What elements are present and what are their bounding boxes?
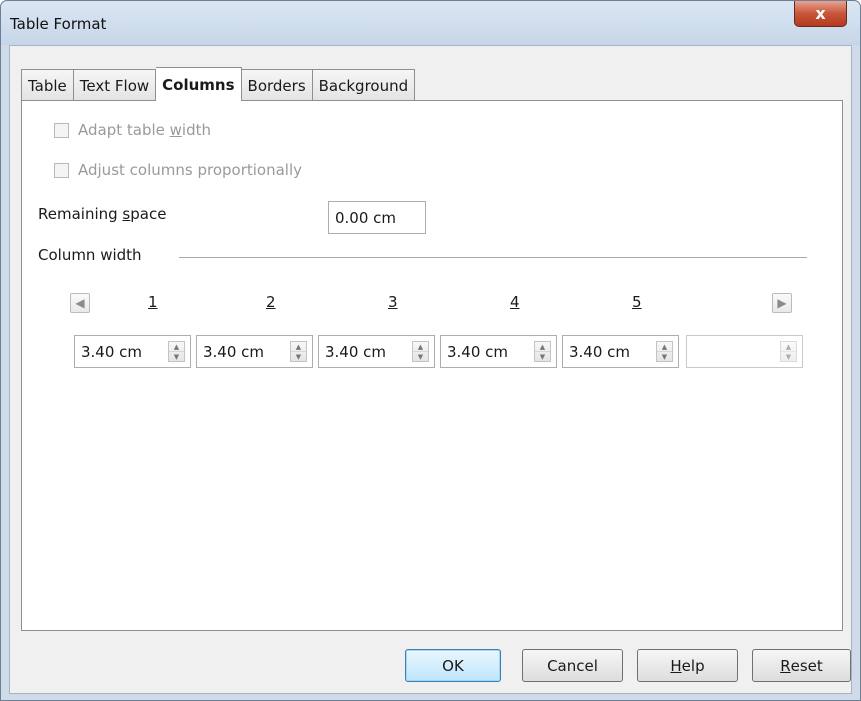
- column-5-width-spinner[interactable]: 3.40 cm ▲ ▼: [562, 335, 679, 368]
- adapt-table-width-checkbox[interactable]: [54, 122, 69, 138]
- cancel-button[interactable]: Cancel: [522, 649, 623, 682]
- adjust-columns-option[interactable]: Adjust columns proportionally: [54, 161, 302, 179]
- adapt-table-width-label: Adapt table width: [78, 121, 211, 139]
- remaining-space-field: 0.00 cm: [328, 201, 426, 234]
- column-number-5: 5: [632, 293, 642, 311]
- column-3-width-spinner[interactable]: 3.40 cm ▲ ▼: [318, 335, 435, 368]
- columns-panel: Adapt table width Adjust columns proport…: [21, 100, 843, 631]
- spin-buttons: ▲ ▼: [780, 341, 797, 362]
- spin-up-icon[interactable]: ▲: [291, 342, 306, 352]
- ok-button[interactable]: OK: [405, 649, 501, 682]
- adapt-table-width-option[interactable]: Adapt table width: [54, 121, 211, 139]
- spin-buttons: ▲ ▼: [412, 341, 429, 362]
- close-icon: x: [815, 4, 826, 23]
- column-width-section-label: Column width: [38, 246, 142, 264]
- spin-down-icon[interactable]: ▼: [291, 352, 306, 362]
- left-arrow-icon: ◀: [75, 296, 85, 310]
- column-2-width-value[interactable]: 3.40 cm: [203, 343, 264, 361]
- reset-button[interactable]: Reset: [752, 649, 851, 682]
- help-button[interactable]: Help: [637, 649, 738, 682]
- spin-buttons: ▲ ▼: [290, 341, 307, 362]
- column-4-width-spinner[interactable]: 3.40 cm ▲ ▼: [440, 335, 557, 368]
- spin-down-icon[interactable]: ▼: [169, 352, 184, 362]
- tab-text-flow[interactable]: Text Flow: [73, 69, 157, 101]
- spin-buttons: ▲ ▼: [168, 341, 185, 362]
- previous-columns-button[interactable]: ◀: [70, 293, 90, 313]
- tab-borders[interactable]: Borders: [241, 69, 313, 101]
- spin-up-icon[interactable]: ▲: [169, 342, 184, 352]
- column-6-width-spinner: ▲ ▼: [686, 335, 803, 368]
- window-title: Table Format: [10, 15, 107, 33]
- column-5-width-value[interactable]: 3.40 cm: [569, 343, 630, 361]
- column-1-width-value[interactable]: 3.40 cm: [81, 343, 142, 361]
- spin-down-icon[interactable]: ▼: [413, 352, 428, 362]
- tab-background[interactable]: Background: [312, 69, 416, 101]
- column-number-3: 3: [388, 293, 398, 311]
- tab-table[interactable]: Table: [21, 69, 74, 101]
- close-button[interactable]: x: [794, 1, 847, 27]
- spin-buttons: ▲ ▼: [656, 341, 673, 362]
- column-3-width-value[interactable]: 3.40 cm: [325, 343, 386, 361]
- remaining-space-value: 0.00 cm: [335, 208, 397, 227]
- column-number-2: 2: [266, 293, 276, 311]
- spin-down-icon: ▼: [785, 353, 792, 361]
- tab-bar: Table Text Flow Columns Borders Backgrou…: [21, 67, 416, 101]
- remaining-space-label: Remaining space: [38, 205, 167, 223]
- next-columns-button[interactable]: ▶: [772, 293, 792, 313]
- column-1-width-spinner[interactable]: 3.40 cm ▲ ▼: [74, 335, 191, 368]
- adjust-columns-label: Adjust columns proportionally: [78, 161, 302, 179]
- spin-up-icon[interactable]: ▲: [413, 342, 428, 352]
- spin-down-icon[interactable]: ▼: [657, 352, 672, 362]
- column-number-4: 4: [510, 293, 520, 311]
- tab-columns[interactable]: Columns: [156, 67, 242, 101]
- spin-up-icon[interactable]: ▲: [535, 342, 550, 352]
- column-4-width-value[interactable]: 3.40 cm: [447, 343, 508, 361]
- adjust-columns-checkbox[interactable]: [54, 162, 69, 178]
- spin-down-icon[interactable]: ▼: [535, 352, 550, 362]
- column-2-width-spinner[interactable]: 3.40 cm ▲ ▼: [196, 335, 313, 368]
- spin-up-icon[interactable]: ▲: [657, 342, 672, 352]
- spin-up-icon: ▲: [781, 342, 796, 352]
- spin-buttons: ▲ ▼: [534, 341, 551, 362]
- column-number-1: 1: [148, 293, 158, 311]
- section-separator: [179, 257, 807, 258]
- title-bar[interactable]: Table Format x: [1, 1, 860, 45]
- right-arrow-icon: ▶: [777, 296, 787, 310]
